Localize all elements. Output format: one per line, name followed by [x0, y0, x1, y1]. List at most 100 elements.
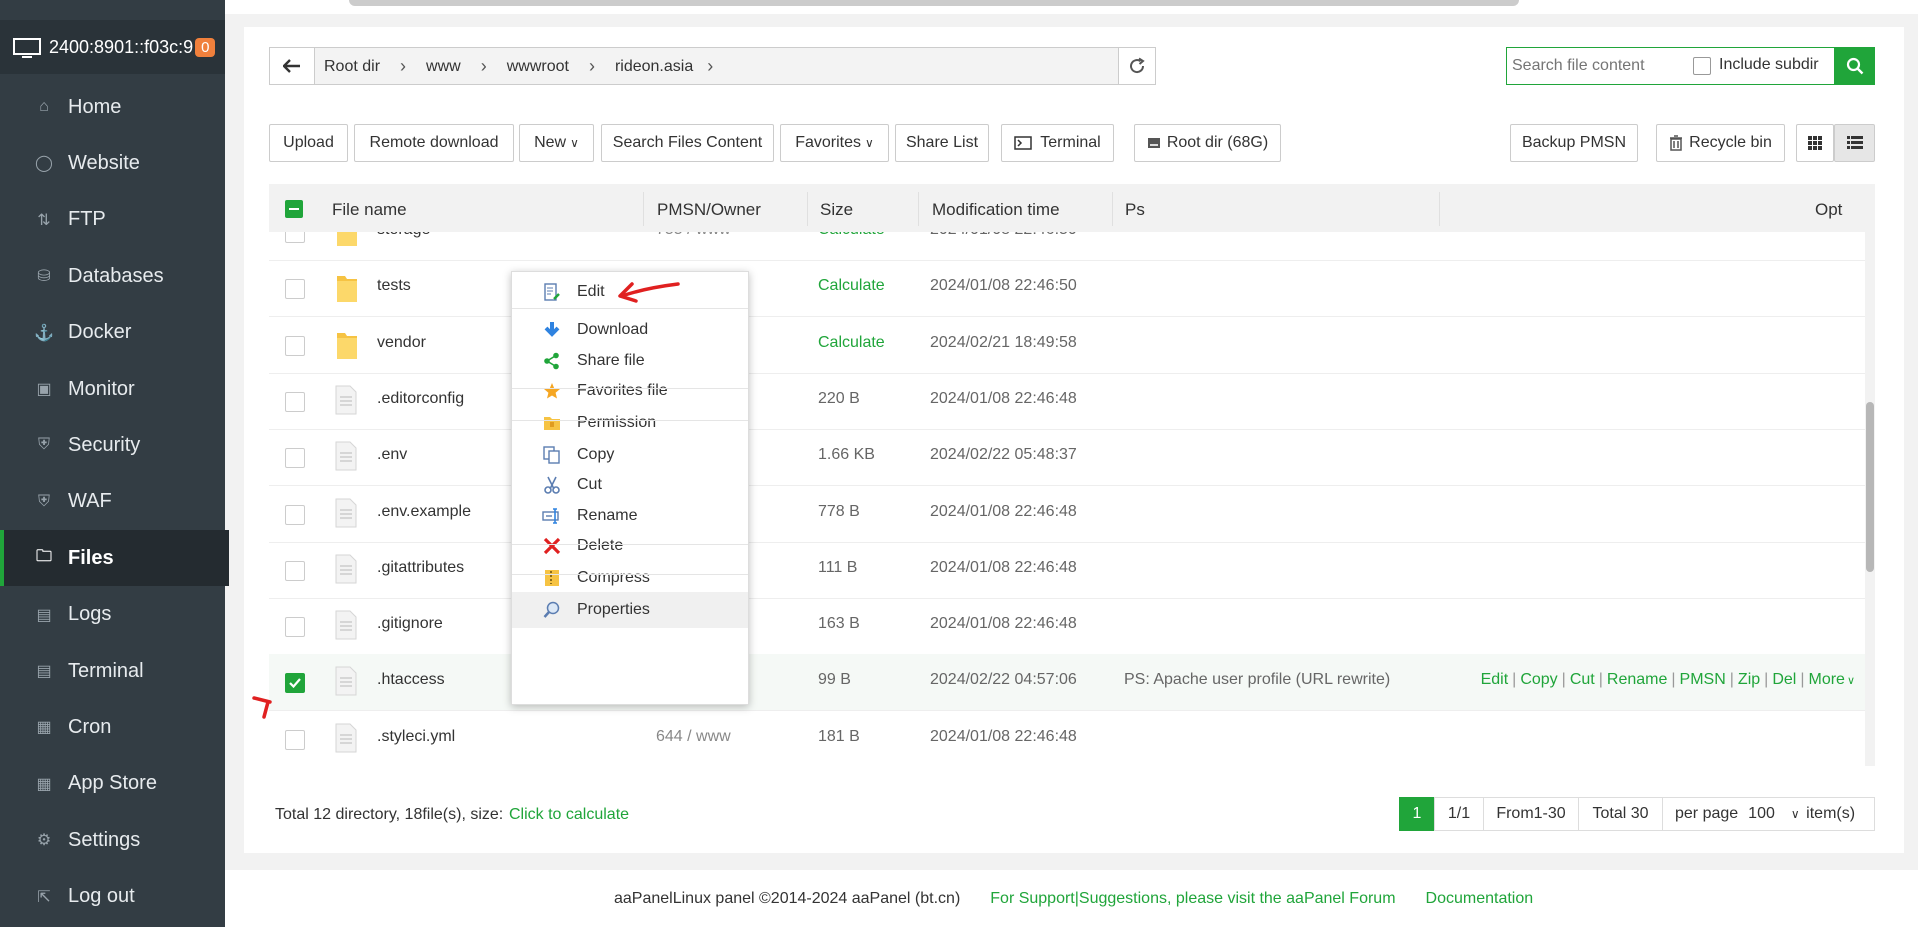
grid-view-button[interactable]: [1796, 124, 1834, 162]
sidebar-item-website[interactable]: ◯ Website: [0, 135, 225, 191]
row-checkbox[interactable]: [285, 729, 305, 750]
row-action-cut[interactable]: Cut: [1570, 671, 1595, 688]
row-action-pmsn[interactable]: PMSN: [1680, 671, 1726, 688]
notification-badge[interactable]: 0: [195, 37, 216, 57]
file-size[interactable]: Calculate: [818, 277, 885, 295]
footer: aaPanelLinux panel ©2014-2024 aaPanel (b…: [225, 870, 1918, 927]
refresh-button[interactable]: [1118, 47, 1156, 85]
terminal-icon: [1014, 136, 1033, 150]
row-action-copy[interactable]: Copy: [1520, 671, 1557, 688]
breadcrumb-item[interactable]: Root dir: [324, 58, 380, 76]
table-row[interactable]: .env.example 778 B 2024/01/08 22:46:48: [269, 486, 1865, 543]
table-row[interactable]: .editorconfig 220 B 2024/01/08 22:46:48: [269, 373, 1865, 430]
file-name[interactable]: .gitignore: [377, 615, 443, 633]
include-subdir-checkbox[interactable]: [1693, 57, 1711, 75]
context-menu-permission[interactable]: Permission: [512, 405, 748, 441]
root-dir-button[interactable]: Root dir (68G): [1134, 124, 1281, 162]
file-perm[interactable]: 644 / www: [656, 728, 731, 746]
table-row[interactable]: .styleci.yml 644 / www 181 B 2024/01/08 22:…: [269, 711, 1865, 766]
terminal-button[interactable]: Terminal: [1001, 124, 1114, 162]
breadcrumb-item[interactable]: rideon.asia: [615, 58, 693, 76]
row-action-zip[interactable]: Zip: [1738, 671, 1760, 688]
table-row[interactable]: .gitignore 163 B 2024/01/08 22:46:48: [269, 598, 1865, 656]
row-action-more[interactable]: More: [1808, 671, 1844, 688]
row-checkbox[interactable]: [285, 232, 305, 243]
col-size[interactable]: Size: [820, 200, 853, 220]
table-row[interactable]: .env 1.66 KB 2024/02/22 05:48:37: [269, 429, 1865, 487]
col-owner[interactable]: PMSN/Owner: [657, 200, 761, 220]
upload-button[interactable]: Upload: [269, 124, 348, 162]
back-button[interactable]: [269, 47, 315, 85]
sidebar-item-label: Website: [68, 151, 140, 174]
calculate-size-link[interactable]: Click to calculate: [509, 806, 629, 824]
row-action-edit[interactable]: Edit: [1481, 671, 1509, 688]
breadcrumb-item[interactable]: www: [426, 58, 461, 76]
file-name[interactable]: .gitattributes: [377, 559, 464, 577]
context-menu-properties[interactable]: Properties: [512, 592, 748, 628]
chevron-right-icon: ›: [480, 56, 487, 76]
file-name[interactable]: .env.example: [377, 503, 471, 521]
context-menu-compress[interactable]: Compress: [512, 560, 748, 596]
scrollbar-thumb[interactable]: [1866, 402, 1874, 572]
col-mtime[interactable]: Modification time: [932, 200, 1060, 220]
row-checkbox[interactable]: [285, 560, 305, 581]
sidebar-item-settings[interactable]: ⚙ Settings: [0, 812, 225, 868]
favorites-dropdown-button[interactable]: Favorites ∨: [780, 124, 889, 162]
share-icon: [542, 351, 562, 371]
sidebar-item-log-out[interactable]: ⇱ Log out: [0, 869, 225, 925]
file-size[interactable]: Calculate: [818, 232, 885, 239]
row-action-rename[interactable]: Rename: [1607, 671, 1667, 688]
sidebar-item-label: Home: [68, 95, 122, 118]
file-name[interactable]: .styleci.yml: [377, 728, 455, 746]
table-row[interactable]: .htaccess 99 B 2024/02/22 04:57:06 PS: Apac…: [269, 654, 1865, 712]
select-all-checkbox[interactable]: [285, 200, 303, 218]
context-menu-label: Favorites file: [577, 382, 668, 399]
file-name[interactable]: .env: [377, 446, 407, 464]
ftp-icon: ⇅: [37, 211, 51, 229]
file-ps[interactable]: PS: Apache user profile (URL rewrite): [1124, 671, 1390, 689]
col-file-name[interactable]: File name: [332, 200, 407, 220]
per-page-select[interactable]: 100 ∨: [1748, 805, 1806, 823]
file-size: 181 B: [818, 727, 860, 745]
search-button[interactable]: [1834, 47, 1875, 85]
row-checkbox[interactable]: [285, 391, 305, 412]
table-row[interactable]: vendor Calculate 2024/02/21 18:49:58: [269, 317, 1865, 374]
file-name[interactable]: vendor: [377, 334, 426, 352]
file-icon: [335, 723, 357, 758]
file-name[interactable]: .editorconfig: [377, 390, 464, 408]
row-checkbox[interactable]: [285, 617, 305, 638]
context-menu-favorites-file[interactable]: Favorites file: [512, 373, 748, 409]
sidebar-item-home[interactable]: ⌂ Home: [0, 79, 225, 135]
context-menu-label: Rename: [577, 507, 638, 524]
file-size[interactable]: Calculate: [818, 334, 885, 352]
remote-download-button[interactable]: Remote download: [354, 124, 514, 162]
context-menu-delete[interactable]: Delete: [512, 528, 748, 564]
list-view-button[interactable]: [1834, 124, 1875, 162]
page-current[interactable]: 1: [1399, 797, 1435, 831]
file-perm[interactable]: 755 / www: [656, 232, 731, 239]
row-checkbox[interactable]: [285, 673, 305, 694]
share-list-button[interactable]: Share List: [895, 124, 989, 162]
recycle-bin-button[interactable]: Recycle bin: [1656, 124, 1785, 162]
footer-docs-link[interactable]: Documentation: [1426, 890, 1534, 908]
row-checkbox[interactable]: [285, 448, 305, 469]
table-row[interactable]: .gitattributes 111 B 2024/01/08 22:46:48: [269, 542, 1865, 599]
table-scrollbar[interactable]: [1865, 232, 1875, 766]
search-files-content-button[interactable]: Search Files Content: [601, 124, 774, 162]
footer-support-link[interactable]: For Support|Suggestions, please visit th…: [990, 890, 1395, 908]
table-row[interactable]: tests Calculate 2024/01/08 22:46:50: [269, 260, 1865, 318]
row-action-del[interactable]: Del: [1772, 671, 1796, 688]
table-row[interactable]: storage 755 / www Calculate 2024/01/08 22:4…: [269, 232, 1865, 261]
grid-icon: ▦: [36, 775, 52, 793]
file-name[interactable]: .htaccess: [377, 671, 445, 689]
new-dropdown-button[interactable]: New ∨: [519, 124, 594, 162]
file-name[interactable]: tests: [377, 277, 411, 295]
row-checkbox[interactable]: [285, 279, 305, 300]
globe-icon: ◯: [35, 155, 53, 173]
row-checkbox[interactable]: [285, 504, 305, 525]
file-name[interactable]: storage: [377, 232, 430, 239]
backup-pmsn-button[interactable]: Backup PMSN: [1510, 124, 1638, 162]
search-input[interactable]: [1510, 50, 1684, 82]
row-checkbox[interactable]: [285, 335, 305, 356]
breadcrumb-item[interactable]: wwwroot: [507, 58, 569, 76]
